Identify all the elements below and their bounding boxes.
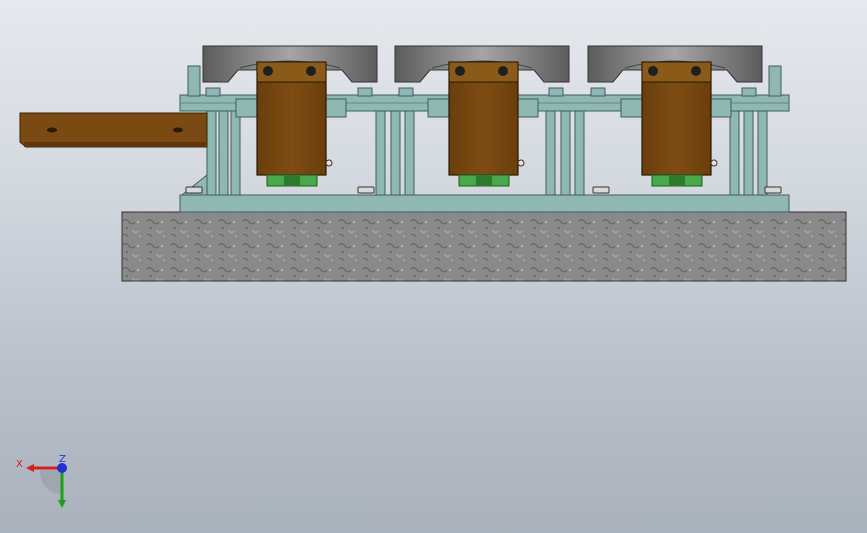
arm-hole <box>173 127 183 133</box>
side-nut[interactable] <box>517 159 525 167</box>
roller-unit-1[interactable] <box>202 45 378 187</box>
right-end-post[interactable] <box>768 65 782 97</box>
column[interactable] <box>545 110 556 196</box>
side-nut[interactable] <box>325 159 333 167</box>
left-bracket-arm[interactable] <box>19 112 208 148</box>
column[interactable] <box>404 110 415 196</box>
column[interactable] <box>206 110 217 196</box>
column[interactable] <box>218 110 229 196</box>
x-axis-head <box>26 464 34 472</box>
bracket-bolt[interactable] <box>691 66 701 76</box>
column[interactable] <box>560 110 571 196</box>
bolt[interactable] <box>764 186 782 194</box>
y-axis-head <box>58 500 66 508</box>
concrete-foundation[interactable] <box>121 211 847 282</box>
x-axis-label: X <box>16 459 23 470</box>
left-end-post[interactable] <box>187 65 201 97</box>
column[interactable] <box>574 110 585 196</box>
base-plate[interactable] <box>179 194 790 213</box>
bolt[interactable] <box>592 186 610 194</box>
pad-center <box>284 175 300 186</box>
bracket-bolt[interactable] <box>263 66 273 76</box>
bracket-bolt[interactable] <box>306 66 316 76</box>
column[interactable] <box>230 110 241 196</box>
bracket-bolt[interactable] <box>648 66 658 76</box>
side-nut[interactable] <box>710 159 718 167</box>
roller-unit-2[interactable] <box>394 45 570 187</box>
triad-shadow <box>39 470 62 494</box>
cad-viewport[interactable]: X Z <box>0 0 867 533</box>
bracket-bolt[interactable] <box>498 66 508 76</box>
coordinate-triad[interactable]: X Z <box>16 454 67 508</box>
bracket-bolt[interactable] <box>455 66 465 76</box>
column[interactable] <box>729 110 740 196</box>
base-bolts <box>185 186 782 194</box>
bolt[interactable] <box>185 186 203 194</box>
column[interactable] <box>390 110 401 196</box>
bolt[interactable] <box>357 186 375 194</box>
arm-hole <box>47 127 57 133</box>
column[interactable] <box>743 110 754 196</box>
column[interactable] <box>757 110 768 196</box>
column[interactable] <box>375 110 386 196</box>
pad-center <box>669 175 685 186</box>
pad-center <box>476 175 492 186</box>
z-axis-label: Z <box>59 454 66 465</box>
